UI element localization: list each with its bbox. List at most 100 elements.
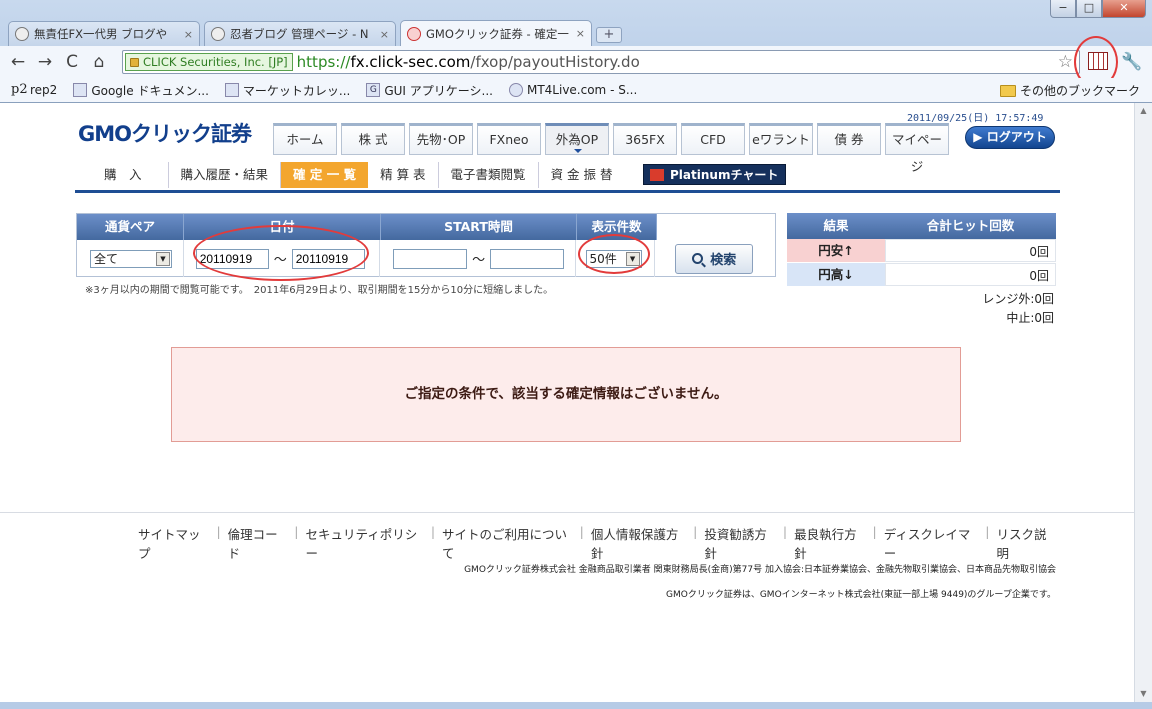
browser-tab-3-active[interactable]: GMOクリック証券 - 確定一 × xyxy=(400,20,592,46)
footer-links: サイトマップ | 倫理コード | セキュリティポリシー | サイトのご利用について | … xyxy=(138,524,1056,562)
footer-link-privacy[interactable]: 個人情報保護方針 xyxy=(591,524,686,562)
footer-link-sitemap[interactable]: サイトマップ xyxy=(138,524,209,562)
window-controls: − □ ✕ xyxy=(1050,0,1146,18)
nav-tab-ewarrant[interactable]: eワラント xyxy=(749,123,813,155)
bookmark-mt4live[interactable]: MT4Live.com - S... xyxy=(508,83,638,97)
wrench-icon[interactable]: 🔧 xyxy=(1121,52,1142,72)
close-window-button[interactable]: ✕ xyxy=(1102,0,1146,18)
globe-icon xyxy=(15,27,29,41)
bookmark-gui-app[interactable]: G GUI アプリケーシ... xyxy=(366,82,493,99)
tab-close-icon[interactable]: × xyxy=(184,28,193,41)
result-row-yen-weak: 円安↑ 0回 xyxy=(787,239,1056,263)
maximize-button[interactable]: □ xyxy=(1076,0,1102,18)
bookmark-star-icon[interactable]: ☆ xyxy=(1058,52,1073,72)
nav-tab-365fx[interactable]: 365FX xyxy=(613,123,677,155)
gmo-logo[interactable]: GMOクリック証券 xyxy=(78,118,252,148)
footer-separator: | xyxy=(985,524,990,539)
bookmarks-bar: rep2 Google ドキュメン... マーケットカレッ... G GUI アプ… xyxy=(0,78,1152,102)
nav-tab-fxneo[interactable]: FXneo xyxy=(477,123,541,155)
globe-icon xyxy=(211,27,225,41)
document-icon xyxy=(73,83,88,97)
currency-pair-select[interactable]: 全て ▼ xyxy=(90,249,172,268)
subnav-e-documents[interactable]: 電子書類閲覧 xyxy=(439,162,539,188)
date-cell: 〜 xyxy=(184,240,381,277)
bookmark-market-calendar[interactable]: マーケットカレッ... xyxy=(224,82,350,99)
platinum-label: Platinumチャート xyxy=(670,168,779,182)
display-count-select[interactable]: 50件 ▼ xyxy=(585,249,642,268)
no-results-alert: ご指定の条件で、該当する確定情報はございません。 xyxy=(171,347,961,442)
tab-title: 無責任FX一代男 ブログや xyxy=(34,27,168,41)
server-datetime: 2011/09/25(日) 17:57:49 xyxy=(907,113,1044,124)
other-bookmarks[interactable]: その他のブックマーク xyxy=(999,82,1140,99)
footer-link-disclaimer[interactable]: ディスクレイマー xyxy=(884,524,978,562)
footer-separator: | xyxy=(693,524,698,539)
header-blank xyxy=(657,214,775,240)
extension-table-icon[interactable] xyxy=(1088,52,1108,70)
ssl-badge[interactable]: CLICK Securities, Inc. [JP] xyxy=(125,53,293,71)
display-count-cell: 50件 ▼ xyxy=(576,240,656,277)
lock-icon xyxy=(130,57,139,67)
logout-button[interactable]: ▶ ログアウト xyxy=(965,126,1055,149)
minimize-button[interactable]: − xyxy=(1050,0,1076,18)
header-start-time: START時間 xyxy=(381,214,577,240)
subnav-purchase-history[interactable]: 購入履歴・結果 xyxy=(169,162,282,188)
subnav-fund-transfer[interactable]: 資 金 振 替 xyxy=(539,162,625,188)
start-time-cell: 〜 xyxy=(380,240,576,277)
start-time-to-input[interactable] xyxy=(490,248,565,269)
subnav-settled-list[interactable]: 確 定 一 覧 xyxy=(281,162,369,188)
url-host: fx.click-sec.com xyxy=(350,53,471,71)
nav-tab-futures[interactable]: 先物･OP xyxy=(409,123,473,155)
search-form: 通貨ペア 日付 START時間 表示件数 全て ▼ 〜 〜 xyxy=(76,213,776,277)
address-bar[interactable]: CLICK Securities, Inc. [JP] https://fx.c… xyxy=(122,50,1080,74)
nav-tab-fx-option[interactable]: 外為OP xyxy=(545,123,609,155)
nav-tab-home[interactable]: ホーム xyxy=(273,123,337,155)
start-time-from-input[interactable] xyxy=(393,248,468,269)
reload-icon[interactable]: C xyxy=(60,50,84,74)
footer-separator: | xyxy=(782,524,788,539)
browser-tab-2[interactable]: 忍者ブログ 管理ページ - N × xyxy=(204,21,396,46)
back-arrow-icon[interactable]: ← xyxy=(6,50,30,74)
nav-tab-stock[interactable]: 株 式 xyxy=(341,123,405,155)
other-bookmarks-label: その他のブックマーク xyxy=(1019,84,1140,98)
globe-icon xyxy=(508,83,523,97)
browser-tab-1[interactable]: 無責任FX一代男 ブログや × xyxy=(8,21,200,46)
scroll-up-arrow-icon[interactable]: ▲ xyxy=(1135,103,1152,119)
scroll-down-arrow-icon[interactable]: ▼ xyxy=(1135,686,1152,702)
display-count-value: 50件 xyxy=(589,252,617,266)
nav-tab-bond[interactable]: 債 券 xyxy=(817,123,881,155)
bookmark-google-docs[interactable]: Google ドキュメン... xyxy=(73,82,209,99)
nav-tab-mypage[interactable]: マイページ xyxy=(885,123,949,174)
new-tab-button[interactable]: + xyxy=(596,27,622,43)
tab-close-icon[interactable]: × xyxy=(576,27,585,40)
footer-link-solicitation[interactable]: 投資勧誘方針 xyxy=(704,524,775,562)
footer-link-ethics[interactable]: 倫理コード xyxy=(228,524,288,562)
subnav-purchase[interactable]: 購 入 xyxy=(78,162,169,188)
footer-link-risk[interactable]: リスク説明 xyxy=(996,524,1056,562)
bookmark-label: rep2 xyxy=(30,83,58,97)
header-result: 結果 xyxy=(823,218,849,233)
rep2-icon: p2 xyxy=(11,82,28,97)
footer-link-terms[interactable]: サイトのご利用について xyxy=(442,524,573,562)
platinum-chart-button[interactable]: Platinumチャート xyxy=(643,164,786,185)
subnav-settlement-table[interactable]: 精 算 表 xyxy=(368,162,439,188)
tab-title: GMOクリック証券 - 確定一 xyxy=(426,26,569,41)
bookmark-label: Google ドキュメン... xyxy=(91,83,209,98)
search-icon xyxy=(692,253,704,264)
tab-close-icon[interactable]: × xyxy=(380,28,389,41)
footer-link-security[interactable]: セキュリティポリシー xyxy=(305,524,423,562)
url-text[interactable]: https://fx.click-sec.com/fxop/payoutHist… xyxy=(297,53,640,71)
gmo-favicon-icon xyxy=(407,26,421,41)
date-from-input[interactable] xyxy=(195,248,269,269)
results-header: 結果 合計ヒット回数 xyxy=(787,213,1056,239)
vertical-scrollbar[interactable]: ▲ ▼ xyxy=(1134,103,1152,702)
forward-arrow-icon[interactable]: → xyxy=(33,50,57,74)
page-viewport: 2011/09/25(日) 17:57:49 GMOクリック証券 ホーム 株 式… xyxy=(0,103,1134,702)
home-icon[interactable]: ⌂ xyxy=(87,50,111,74)
date-to-input[interactable] xyxy=(291,248,365,269)
nav-tab-cfd[interactable]: CFD xyxy=(681,123,745,155)
bookmark-label: GUI アプリケーシ... xyxy=(384,83,493,98)
footer-link-best-execution[interactable]: 最良執行方針 xyxy=(794,524,865,562)
bookmark-label: MT4Live.com - S... xyxy=(526,83,638,97)
search-button[interactable]: 検索 xyxy=(675,243,754,274)
results-summary: 結果 合計ヒット回数 円安↑ 0回 円高↓ 0回 レンジ外:0回 中止:0回 xyxy=(787,213,1056,328)
